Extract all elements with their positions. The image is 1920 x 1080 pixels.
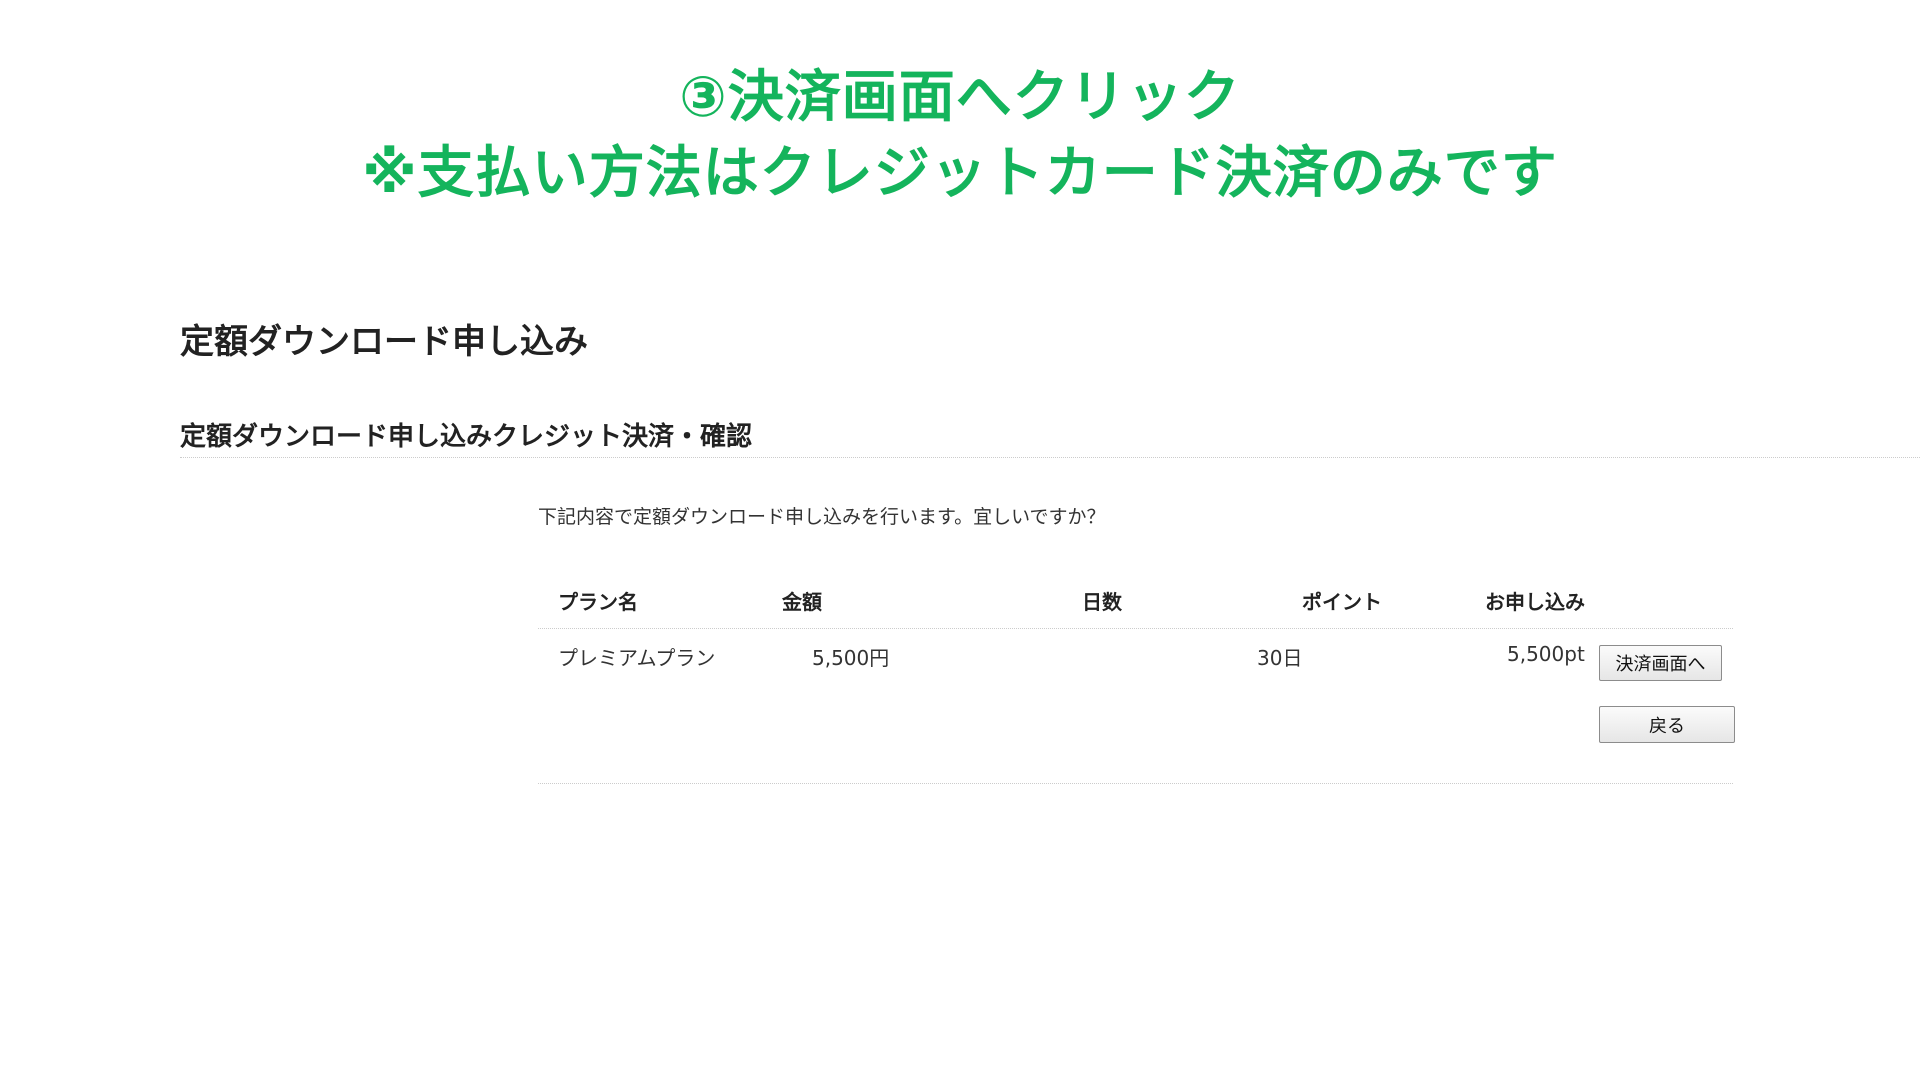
table-header-divider: [538, 628, 1733, 629]
cell-price: 5,500円: [812, 646, 890, 670]
header-points: ポイント: [1302, 590, 1382, 614]
page: ③決済画面へクリック ※支払い方法はクレジットカード決済のみです 定額ダウンロー…: [0, 0, 1920, 1080]
back-button[interactable]: 戻る: [1599, 706, 1735, 743]
cell-plan-name: プレミアムプラン: [558, 646, 716, 670]
instruction-step: ③決済画面へクリック: [679, 65, 1241, 130]
cell-days: 30日: [1257, 646, 1303, 670]
header-price: 金額: [782, 590, 822, 614]
instruction-note: ※支払い方法はクレジットカード決済のみです: [362, 141, 1558, 206]
cell-points: 5,500pt: [1507, 642, 1585, 666]
header-apply: お申し込み: [1485, 590, 1585, 614]
header-plan-name: プラン名: [558, 590, 638, 614]
instruction-banner: ③決済画面へクリック ※支払い方法はクレジットカード決済のみです: [0, 60, 1920, 212]
table-footer-divider: [538, 783, 1733, 784]
plan-table: プラン名 金額 日数 ポイント お申し込み プレミアムプラン 5,500円 30…: [538, 576, 1735, 784]
header-days: 日数: [1082, 590, 1122, 614]
proceed-to-payment-button[interactable]: 決済画面へ: [1599, 645, 1722, 681]
section-divider: [180, 457, 1920, 458]
confirm-message: 下記内容で定額ダウンロード申し込みを行います。宜しいですか？: [538, 506, 1106, 528]
page-title: 定額ダウンロード申し込み: [180, 322, 588, 362]
section-title: 定額ダウンロード申し込みクレジット決済・確認: [180, 422, 753, 452]
